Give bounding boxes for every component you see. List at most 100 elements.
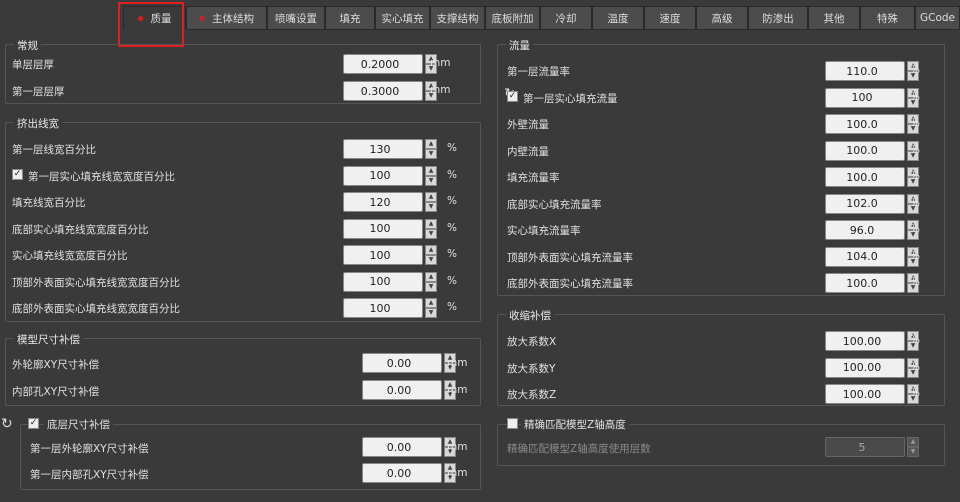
flow-8-input[interactable] bbox=[825, 273, 905, 293]
extrusion-width-6-spinbox[interactable]: ▲▼ bbox=[343, 298, 439, 318]
arrow-down-icon[interactable]: ▼ bbox=[425, 202, 437, 212]
flow-7-spinbox[interactable]: ▲▼ bbox=[825, 246, 921, 267]
reset-icon[interactable]: ↻ bbox=[1, 417, 13, 431]
arrow-up-icon[interactable]: ▲ bbox=[425, 298, 437, 308]
tab-infill[interactable]: 填充 bbox=[325, 6, 375, 30]
unit-label: % bbox=[910, 276, 920, 288]
tab-speed[interactable]: 速度 bbox=[644, 6, 696, 30]
flow-4-input[interactable] bbox=[825, 167, 905, 187]
arrow-down-icon[interactable]: ▼ bbox=[907, 447, 919, 457]
unit-label: % bbox=[910, 64, 920, 76]
flow-1-spinbox[interactable]: ▲▼ bbox=[825, 87, 921, 108]
flow-2-spinbox[interactable]: ▲▼ bbox=[825, 114, 921, 134]
shrink-1-spinbox[interactable]: ▲▼ bbox=[825, 357, 921, 378]
extrusion-width-3-input[interactable] bbox=[343, 218, 423, 239]
z-match-checkbox[interactable] bbox=[507, 418, 518, 429]
first-layer-height-spinbox[interactable]: ▲ ▼ bbox=[343, 81, 439, 101]
bottom-comp-checkbox[interactable]: ✓ bbox=[28, 418, 39, 429]
extrusion-width-2-input[interactable] bbox=[343, 192, 423, 212]
z-match-layers-spinbox[interactable]: ▲ ▼ bbox=[825, 437, 921, 457]
tab-other[interactable]: 其他 bbox=[808, 6, 860, 30]
extrusion-width-5-spinbox[interactable]: ▲▼ bbox=[343, 271, 439, 292]
tab-nozzle[interactable]: 喷嘴设置 bbox=[267, 6, 325, 30]
first-layer-inner-comp-input[interactable] bbox=[362, 463, 442, 483]
arrow-down-icon[interactable]: ▼ bbox=[425, 308, 437, 318]
flow-label-4: 填充流量率 bbox=[507, 172, 560, 184]
arrow-up-icon[interactable]: ▲ bbox=[425, 192, 437, 202]
arrow-up-icon[interactable]: ▲ bbox=[425, 245, 437, 255]
arrow-up-icon[interactable]: ▲ bbox=[425, 139, 437, 149]
extrusion-width-1-spinbox[interactable]: ▲▼ bbox=[343, 165, 439, 186]
extrusion-width-4-input[interactable] bbox=[343, 245, 423, 265]
extrusion-width-3-spinbox[interactable]: ▲▼ bbox=[343, 218, 439, 239]
extrusion-width-2-spinbox[interactable]: ▲▼ bbox=[343, 192, 439, 212]
shrink-0-input[interactable] bbox=[825, 331, 905, 351]
layer-height-spinbox[interactable]: ▲ ▼ bbox=[343, 54, 439, 74]
arrow-up-icon[interactable]: ▲ bbox=[425, 271, 437, 282]
flow-3-input[interactable] bbox=[825, 140, 905, 161]
flow-6-spinbox[interactable]: ▲▼ bbox=[825, 220, 921, 240]
shrink-2-spinbox[interactable]: ▲▼ bbox=[825, 384, 921, 404]
z-match-layers-input[interactable] bbox=[825, 437, 905, 457]
first-layer-outer-comp-input[interactable] bbox=[362, 437, 442, 457]
extrusion-width-5-input[interactable] bbox=[343, 271, 423, 292]
unit-label: % bbox=[447, 168, 457, 181]
unit-label: mm bbox=[430, 84, 451, 96]
inner-xy-comp-spinbox[interactable]: ▲ ▼ bbox=[362, 380, 458, 400]
tab-advanced[interactable]: 高级 bbox=[696, 6, 748, 30]
arrow-up-icon[interactable]: ▲ bbox=[907, 437, 919, 447]
tab-temperature[interactable]: 温度 bbox=[592, 6, 644, 30]
arrow-up-icon[interactable]: ▲ bbox=[425, 218, 437, 229]
outer-xy-comp-spinbox[interactable]: ▲ ▼ bbox=[362, 353, 458, 373]
shrink-2-input[interactable] bbox=[825, 384, 905, 404]
flow-0-input[interactable] bbox=[825, 61, 905, 81]
outer-xy-comp-input[interactable] bbox=[362, 353, 442, 373]
flow-3-spinbox[interactable]: ▲▼ bbox=[825, 140, 921, 161]
extrusion-width-1-input[interactable] bbox=[343, 165, 423, 186]
arrow-up-icon[interactable]: ▲ bbox=[425, 165, 437, 176]
extrusion-width-checkbox-1[interactable]: ✓ bbox=[12, 168, 23, 180]
flow-7-input[interactable] bbox=[825, 246, 905, 267]
inner-xy-comp-input[interactable] bbox=[362, 380, 442, 400]
flow-8-spinbox[interactable]: ▲▼ bbox=[825, 273, 921, 293]
flow-2-input[interactable] bbox=[825, 114, 905, 134]
tab-cooling[interactable]: 冷却 bbox=[540, 6, 592, 30]
extrusion-width-0-input[interactable] bbox=[343, 139, 423, 159]
arrow-down-icon[interactable]: ▼ bbox=[425, 281, 437, 292]
z-match-layers-label: 精确匹配模型Z轴高度使用层数 bbox=[507, 443, 651, 455]
flow-checkbox-1[interactable]: ✓ bbox=[507, 90, 518, 102]
unit-label: mm bbox=[447, 467, 468, 479]
arrow-down-icon[interactable]: ▼ bbox=[425, 228, 437, 239]
shrink-1-input[interactable] bbox=[825, 357, 905, 378]
group-title: 模型尺寸补偿 bbox=[14, 332, 83, 346]
first-layer-inner-comp-spinbox[interactable]: ▲ ▼ bbox=[362, 463, 458, 483]
flow-4-spinbox[interactable]: ▲▼ bbox=[825, 167, 921, 187]
tab-ooze[interactable]: 防渗出 bbox=[748, 6, 808, 30]
shrink-0-spinbox[interactable]: ▲▼ bbox=[825, 331, 921, 351]
layer-height-input[interactable] bbox=[343, 54, 423, 74]
unit-label: mm bbox=[447, 357, 468, 369]
first-layer-height-input[interactable] bbox=[343, 81, 423, 101]
flow-5-input[interactable] bbox=[825, 193, 905, 214]
extrusion-width-6-input[interactable] bbox=[343, 298, 423, 318]
tab-special[interactable]: 特殊 bbox=[860, 6, 915, 30]
tab-structure[interactable]: 主体结构 bbox=[186, 6, 267, 30]
arrow-down-icon[interactable]: ▼ bbox=[425, 255, 437, 265]
unit-label: % bbox=[910, 143, 920, 156]
arrow-down-icon[interactable]: ▼ bbox=[425, 175, 437, 186]
flow-1-input[interactable] bbox=[825, 87, 905, 108]
extrusion-width-0-spinbox[interactable]: ▲▼ bbox=[343, 139, 439, 159]
tab-label: 主体结构 bbox=[212, 12, 254, 25]
first-layer-outer-comp-spinbox[interactable]: ▲ ▼ bbox=[362, 437, 458, 457]
arrow-down-icon[interactable]: ▼ bbox=[425, 149, 437, 159]
flow-5-spinbox[interactable]: ▲▼ bbox=[825, 193, 921, 214]
unit-label: % bbox=[910, 334, 920, 346]
tab-quality[interactable]: 质量 bbox=[123, 6, 186, 30]
flow-0-spinbox[interactable]: ▲▼ bbox=[825, 61, 921, 81]
tab-raft[interactable]: 底板附加 bbox=[485, 6, 540, 30]
tab-support[interactable]: 支撑结构 bbox=[430, 6, 485, 30]
extrusion-width-4-spinbox[interactable]: ▲▼ bbox=[343, 245, 439, 265]
tab-gcode[interactable]: GCode bbox=[915, 6, 960, 30]
flow-6-input[interactable] bbox=[825, 220, 905, 240]
tab-solid-infill[interactable]: 实心填充 bbox=[375, 6, 430, 30]
